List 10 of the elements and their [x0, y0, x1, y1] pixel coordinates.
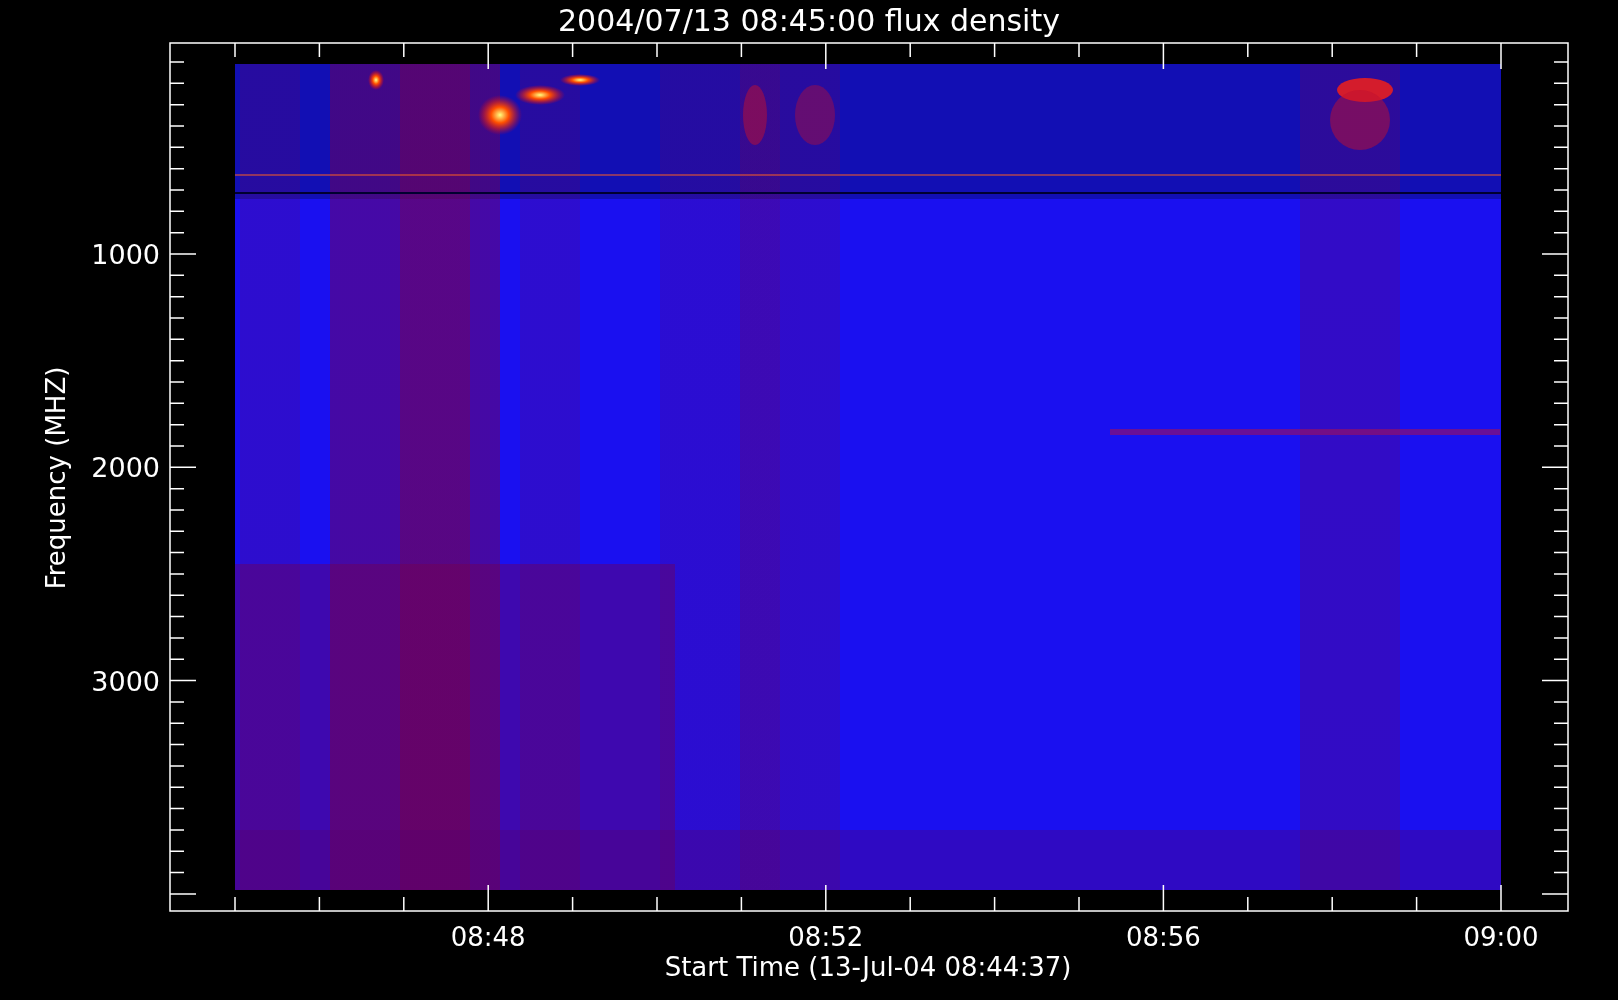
y-tick-label: 1000 [91, 239, 160, 270]
x-axis-label: Start Time (13-Jul-04 08:44:37) [664, 952, 1072, 982]
x-tick-label: 08:52 [788, 922, 864, 952]
y-tick-label: 3000 [91, 665, 160, 697]
x-tick-label: 08:56 [1125, 922, 1201, 952]
x-tick-label: 08:48 [450, 922, 526, 952]
y-tick-label: 2000 [91, 452, 160, 484]
x-tick-label: 09:00 [1463, 922, 1539, 952]
y-axis-label: Frequency (MHZ) [41, 366, 71, 590]
plot-title: 2004/07/13 08:45:00 flux density [558, 3, 1060, 38]
